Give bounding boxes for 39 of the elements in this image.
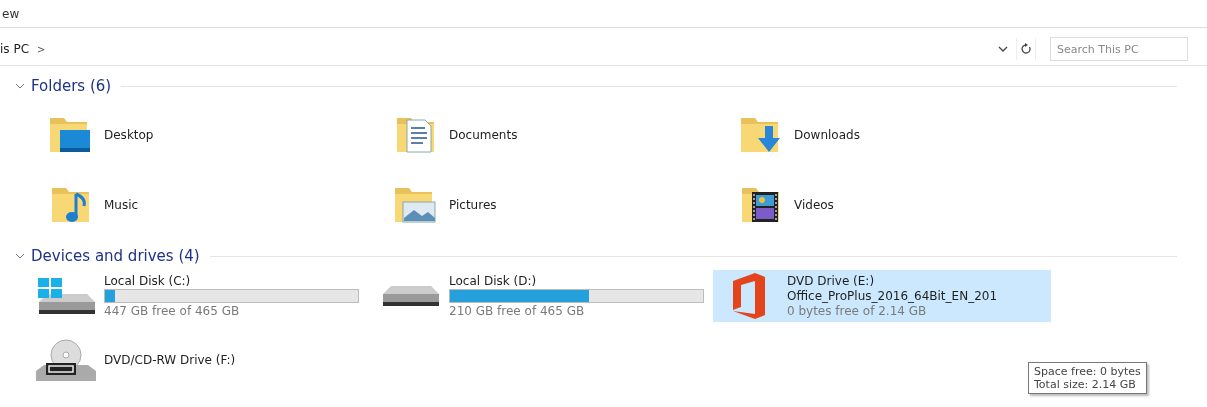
drive-name: DVD Drive (E:) (787, 274, 876, 288)
folder-name[interactable]: Pictures (449, 198, 497, 212)
group-header[interactable]: Devices and drives (4) (31, 247, 200, 265)
group-header[interactable]: Folders (6) (31, 77, 112, 95)
free-space-text: 447 GB free of 465 GB (104, 304, 241, 318)
drive-name: Local Disk (D:) (449, 274, 538, 288)
drive-tile[interactable]: DVD/CD-RW Drive (F:) (30, 334, 350, 386)
drive-name: DVD/CD-RW Drive (F:) (104, 353, 236, 367)
office-logo-icon (732, 272, 766, 320)
folder-name[interactable]: Videos (794, 198, 834, 212)
free-space-text: 210 GB free of 465 GB (449, 304, 586, 318)
drive-name: Local Disk (C:) (104, 274, 192, 288)
refresh-icon[interactable] (1020, 43, 1032, 55)
drive-tile[interactable]: DVD Drive (E:) Office_ProPlus_2016_64Bit_EN_201 0 bytes free of 2.14 GB (713, 270, 1051, 322)
dvd-drive-icon (35, 338, 97, 382)
tooltip-line: Total size: 2.14 GB (1034, 378, 1137, 391)
free-space-text: 0 bytes free of 2.14 GB (787, 304, 928, 318)
folder-name[interactable]: Downloads (794, 128, 860, 142)
volume-label: Office_ProPlus_2016_64Bit_EN_201 (787, 289, 998, 303)
dropdown-chevron-icon[interactable] (998, 46, 1008, 52)
folder-name[interactable]: Music (104, 198, 139, 212)
film-folder-icon (740, 187, 780, 223)
ribbon-tab[interactable]: ew (0, 6, 22, 21)
breadcrumb-separator[interactable]: > (37, 43, 46, 55)
download-folder-icon (739, 117, 781, 153)
address-bar[interactable]: is PC > (0, 37, 1012, 61)
search-field[interactable]: Search This PC (1050, 37, 1188, 61)
drive-tile[interactable]: Local Disk (D:) 210 GB free of 465 GB (375, 270, 708, 322)
desktop-folder-icon (49, 117, 91, 153)
music-folder-icon (50, 187, 90, 223)
drive-tile[interactable]: Local Disk (C:) 447 GB free of 465 GB (30, 270, 363, 322)
tooltip-line: Space free: 0 bytes (1034, 365, 1141, 378)
folder-name[interactable]: Documents (449, 128, 518, 142)
document-folder-icon (395, 117, 435, 153)
breadcrumb-item[interactable]: is PC (0, 42, 29, 56)
picture-folder-icon (394, 187, 436, 223)
drive-icon (382, 285, 440, 307)
folder-name[interactable]: Desktop (104, 128, 154, 142)
windows-drive-icon (36, 277, 96, 315)
